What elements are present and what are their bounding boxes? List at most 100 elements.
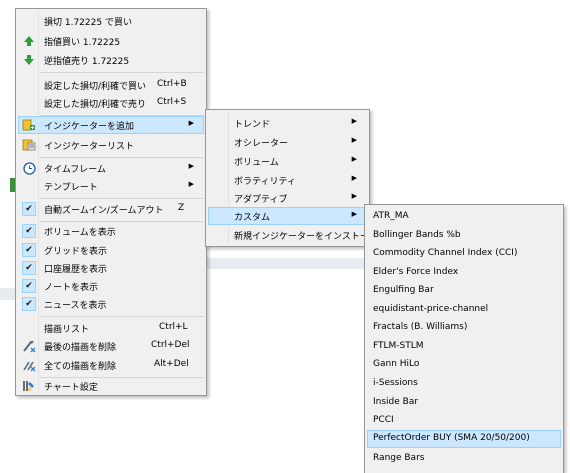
custom-indicator-submenu: ATR_MA Bollinger Bands %b Commodity Chan… (364, 204, 564, 473)
checkmark-icon: ✔ (22, 279, 36, 293)
menu-item-delete-last-drawing[interactable]: 最後の描画を削除 Ctrl+Del (18, 337, 204, 355)
menu-item-label: チャート設定 (44, 383, 98, 393)
menu-item-delete-all-drawings[interactable]: 全ての描画を削除 Alt+Del (18, 356, 204, 374)
menu-item-label: i-Sessions (373, 378, 418, 388)
menu-item-label: ボリュームを表示 (44, 228, 116, 238)
menu-item-timeframe[interactable]: タイムフレーム ▶ (18, 159, 204, 177)
menu-item-label: 全ての描画を削除 (44, 362, 117, 372)
menu-item-label: Commodity Channel Index (CCI) (373, 248, 518, 258)
submenu-arrow-icon: ▶ (351, 117, 357, 125)
custom-indicator-item[interactable]: Elder's Force Index (367, 264, 561, 282)
indicator-submenu: トレンド ▶ オシレーター ▶ ボリューム ▶ ボラティリティ ▶ アダプティブ… (205, 109, 378, 247)
submenu-arrow-icon: ▶ (188, 180, 194, 188)
chart-background-strip (0, 288, 15, 300)
menu-item-add-indicator[interactable]: インジケーターを追加 ▶ (18, 116, 204, 134)
add-indicator-icon (22, 118, 36, 132)
menu-item-label: グリッドを表示 (44, 247, 108, 257)
custom-indicator-item[interactable]: Inside Bar (367, 394, 561, 412)
menu-item-label: インジケーターリスト (44, 142, 135, 152)
custom-indicator-item[interactable]: Gann HiLo (367, 356, 561, 374)
menu-item-label: 指値買い 1.72225 (44, 38, 121, 48)
submenu-arrow-icon: ▶ (351, 210, 357, 218)
custom-indicator-item[interactable]: Engulfing Bar (367, 282, 561, 300)
menu-item-chart-settings[interactable]: チャート設定 (18, 377, 204, 395)
custom-indicator-item[interactable]: equidistant-price-channel (367, 301, 561, 319)
menu-item-shortcut: Z (178, 203, 185, 213)
menu-item-label: Engulfing Bar (373, 285, 434, 295)
submenu-arrow-icon: ▶ (351, 136, 357, 144)
menu-item-label: equidistant-price-channel (373, 304, 489, 314)
checkmark-icon: ✔ (22, 243, 36, 257)
submenu-arrow-icon: ▶ (188, 119, 194, 127)
submenu-item-install-indicator[interactable]: 新規インジケーターをインストール (208, 226, 378, 244)
menu-item-label: ATR_MA (373, 211, 409, 221)
menu-item-show-news[interactable]: ✔ ニュースを表示 (18, 295, 204, 313)
checkmark-icon: ✔ (22, 297, 36, 311)
menu-item-label: PCCI (373, 415, 394, 425)
menu-item-shortcut: Ctrl+S (157, 97, 187, 107)
menu-item-indicator-list[interactable]: インジケーターリスト (18, 136, 204, 154)
custom-indicator-item[interactable]: Bollinger Bands %b (367, 227, 561, 245)
checkmark-icon: ✔ (22, 202, 36, 216)
menu-item-label: 設定した損切/利確で売り (44, 100, 147, 110)
checkmark-icon: ✔ (22, 224, 36, 238)
submenu-arrow-icon: ▶ (351, 174, 357, 182)
chart-settings-icon (22, 379, 36, 393)
up-arrow-green-icon (22, 34, 36, 48)
menu-separator (40, 157, 204, 158)
submenu-arrow-icon: ▶ (188, 162, 194, 170)
menu-item-shortcut: Ctrl+B (157, 79, 187, 89)
submenu-item-oscillator[interactable]: オシレーター ▶ (208, 133, 367, 151)
menu-item-stop-sell[interactable]: 逆指値売り 1.72225 (18, 51, 204, 69)
menu-item-template[interactable]: テンプレート ▶ (18, 177, 204, 195)
menu-item-limit-buy[interactable]: 指値買い 1.72225 (18, 32, 204, 50)
menu-item-label: カスタム (234, 213, 271, 223)
submenu-arrow-icon: ▶ (351, 192, 357, 200)
down-arrow-green-icon (22, 53, 36, 67)
menu-item-label: 設定した損切/利確で買い (44, 82, 147, 92)
menu-item-label: ノートを表示 (44, 283, 99, 293)
custom-indicator-item[interactable]: PCCI (367, 412, 561, 430)
menu-item-label: インジケーターを追加 (44, 122, 135, 132)
menu-item-label: 自動ズームイン/ズームアウト (44, 206, 164, 216)
custom-indicator-item[interactable]: FTLM-STLM (367, 338, 561, 356)
submenu-item-custom[interactable]: カスタム ▶ (208, 207, 367, 225)
menu-item-sell-with-sl-tp[interactable]: 設定した損切/利確で売り Ctrl+S (18, 94, 204, 112)
menu-item-label: Elder's Force Index (373, 267, 459, 277)
menu-item-shortcut: Ctrl+Del (151, 340, 190, 350)
menu-item-label: 新規インジケーターをインストール (234, 232, 378, 242)
menu-item-show-grid[interactable]: ✔ グリッドを表示 (18, 241, 204, 259)
menu-item-show-volume[interactable]: ✔ ボリュームを表示 (18, 222, 204, 240)
custom-indicator-item[interactable]: Fractals (B. Williams) (367, 319, 561, 337)
menu-item-auto-zoom[interactable]: ✔ 自動ズームイン/ズームアウト Z (18, 200, 204, 218)
custom-indicator-item[interactable]: Range Bars (367, 450, 561, 468)
menu-item-label: 描画リスト (44, 325, 90, 335)
clock-icon (22, 161, 36, 175)
menu-item-buy-with-sl-tp[interactable]: 設定した損切/利確で買い Ctrl+B (18, 76, 204, 94)
custom-indicator-item[interactable]: Commodity Channel Index (CCI) (367, 245, 561, 263)
submenu-item-volatility[interactable]: ボラティリティ ▶ (208, 171, 367, 189)
menu-item-label: Range Bars (373, 453, 425, 463)
submenu-item-adaptive[interactable]: アダプティブ ▶ (208, 189, 367, 207)
menu-item-label: ボラティリティ (234, 177, 296, 187)
menu-item-label: タイムフレーム (44, 165, 107, 175)
chart-background-strip (206, 258, 368, 269)
custom-indicator-item-selected[interactable]: PerfectOrder BUY (SMA 20/50/200) (367, 430, 561, 448)
menu-item-stop-loss-buy[interactable]: 損切 1.72225 で買い (18, 12, 204, 30)
custom-indicator-item[interactable]: i-Sessions (367, 375, 561, 393)
menu-item-drawing-list[interactable]: 描画リスト Ctrl+L (18, 319, 204, 337)
menu-item-show-notes[interactable]: ✔ ノートを表示 (18, 277, 204, 295)
delete-last-drawing-icon (22, 339, 36, 353)
menu-item-shortcut: Alt+Del (154, 359, 189, 369)
menu-item-label: FTLM-STLM (373, 341, 424, 351)
submenu-item-trend[interactable]: トレンド ▶ (208, 114, 367, 132)
menu-item-label: Gann HiLo (373, 359, 420, 369)
menu-item-label: Bollinger Bands %b (373, 230, 461, 240)
menu-item-show-account-history[interactable]: ✔ 口座履歴を表示 (18, 259, 204, 277)
menu-item-shortcut: Ctrl+L (159, 322, 188, 332)
menu-item-label: 逆指値売り 1.72225 (44, 57, 130, 67)
submenu-item-volume[interactable]: ボリューム ▶ (208, 152, 367, 170)
custom-indicator-item[interactable]: ATR_MA (367, 208, 561, 226)
menu-item-label: ニュースを表示 (44, 301, 107, 311)
menu-item-label: アダプティブ (234, 195, 288, 205)
